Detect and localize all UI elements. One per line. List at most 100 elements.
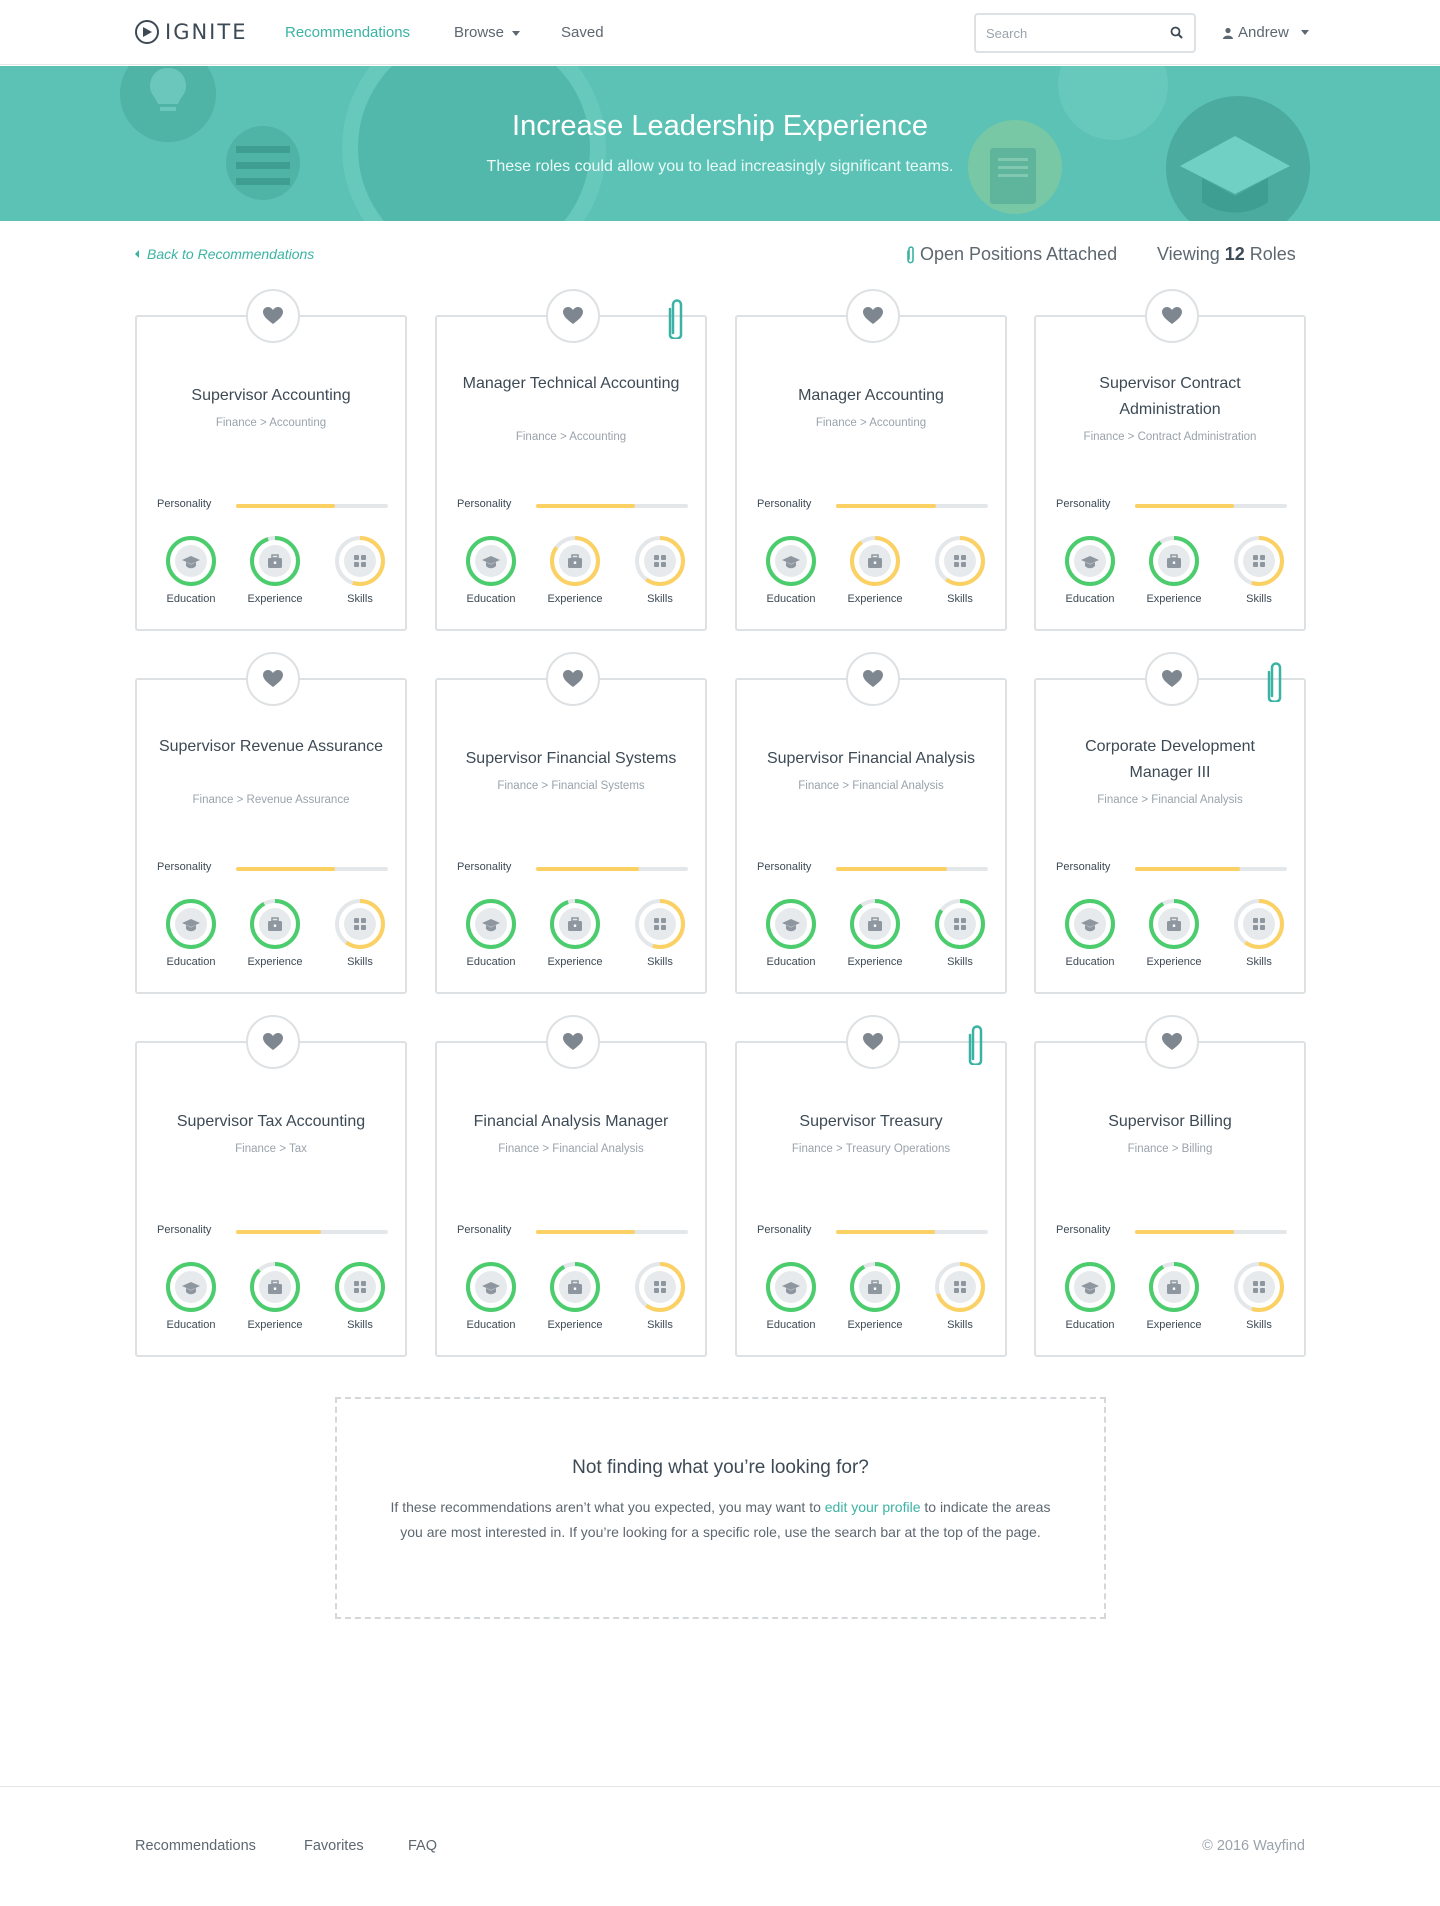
role-card[interactable]: Manager Accounting Finance > Accounting Pe… <box>735 289 1007 631</box>
experience-match[interactable]: Experience <box>835 898 915 968</box>
nav-saved-link[interactable]: Saved <box>561 24 604 41</box>
education-match[interactable]: Education <box>451 898 531 968</box>
skills-match[interactable]: Skills <box>620 898 700 968</box>
role-card[interactable]: Supervisor Accounting Finance > Accountin… <box>135 289 407 631</box>
education-match[interactable]: Education <box>151 898 231 968</box>
favorite-button[interactable] <box>1145 652 1199 706</box>
personality-bar-fill <box>236 867 335 871</box>
favorite-button[interactable] <box>546 1015 600 1069</box>
search-input[interactable] <box>976 15 1146 51</box>
favorite-button[interactable] <box>246 652 300 706</box>
role-card[interactable]: Supervisor Billing Finance > Billing Perso… <box>1034 1015 1306 1357</box>
role-card[interactable]: Supervisor Revenue Assurance Finance > Re… <box>135 652 407 994</box>
role-category-path: Finance > Accounting <box>515 431 627 443</box>
experience-match[interactable]: Experience <box>235 898 315 968</box>
experience-match[interactable]: Experience <box>235 535 315 605</box>
role-title[interactable]: Supervisor Contract Administration <box>1052 371 1288 423</box>
favorite-button[interactable] <box>1145 289 1199 343</box>
nav-recommendations-link[interactable]: Recommendations <box>285 24 410 41</box>
search-icon[interactable] <box>1168 24 1186 42</box>
experience-match[interactable]: Experience <box>835 535 915 605</box>
footer-faq-link[interactable]: FAQ <box>408 1838 437 1854</box>
favorite-button[interactable] <box>1145 1015 1199 1069</box>
skills-match[interactable]: Skills <box>920 535 1000 605</box>
education-match[interactable]: Education <box>151 535 231 605</box>
skills-match[interactable]: Skills <box>1219 898 1299 968</box>
experience-match[interactable]: Experience <box>535 535 615 605</box>
skills-match[interactable]: Skills <box>320 1261 400 1331</box>
role-title[interactable]: Manager Accounting <box>753 383 989 409</box>
role-title[interactable]: Supervisor Revenue Assurance <box>153 734 389 760</box>
skills-match[interactable]: Skills <box>320 535 400 605</box>
back-to-recommendations-link[interactable]: Back to Recommendations <box>135 246 314 262</box>
education-match[interactable]: Education <box>151 1261 231 1331</box>
education-match[interactable]: Education <box>1050 898 1130 968</box>
experience-match-ring <box>850 1262 900 1312</box>
footer-recommendations-link[interactable]: Recommendations <box>135 1838 256 1854</box>
role-title[interactable]: Supervisor Accounting <box>153 383 389 409</box>
skills-match[interactable]: Skills <box>920 898 1000 968</box>
personality-label: Personality <box>1056 861 1111 873</box>
skills-match[interactable]: Skills <box>920 1261 1000 1331</box>
education-match[interactable]: Education <box>451 535 531 605</box>
role-card[interactable]: Supervisor Contract Administration Financ… <box>1034 289 1306 631</box>
personality-bar <box>1135 867 1287 871</box>
skills-match[interactable]: Skills <box>620 535 700 605</box>
favorite-button[interactable] <box>546 289 600 343</box>
heart-icon <box>563 307 583 324</box>
education-label: Education <box>766 956 816 968</box>
favorite-button[interactable] <box>246 289 300 343</box>
favorite-button[interactable] <box>546 652 600 706</box>
role-title[interactable]: Corporate Development Manager III <box>1052 734 1288 786</box>
education-match[interactable]: Education <box>1050 1261 1130 1331</box>
role-title[interactable]: Manager Technical Accounting <box>453 371 689 397</box>
experience-match[interactable]: Experience <box>1134 535 1214 605</box>
favorite-button[interactable] <box>846 1015 900 1069</box>
role-card[interactable]: Supervisor Financial Systems Finance > Fi… <box>435 652 707 994</box>
user-menu[interactable]: Andrew <box>1222 24 1309 41</box>
role-title[interactable]: Supervisor Tax Accounting <box>153 1109 389 1135</box>
role-title[interactable]: Financial Analysis Manager <box>453 1109 689 1135</box>
skills-match[interactable]: Skills <box>320 898 400 968</box>
education-match[interactable]: Education <box>1050 535 1130 605</box>
skills-match[interactable]: Skills <box>620 1261 700 1331</box>
experience-match[interactable]: Experience <box>835 1261 915 1331</box>
role-title[interactable]: Supervisor Financial Systems <box>453 746 689 772</box>
education-match-ring <box>166 899 216 949</box>
role-card[interactable]: Supervisor Treasury Finance > Treasury Op… <box>735 1015 1007 1357</box>
chevron-down-icon <box>1300 30 1309 35</box>
personality-bar-fill <box>836 504 937 508</box>
skills-match[interactable]: Skills <box>1219 1261 1299 1331</box>
experience-match[interactable]: Experience <box>1134 898 1214 968</box>
role-card[interactable]: Corporate Development Manager III Finance… <box>1034 652 1306 994</box>
personality-bar-fill <box>536 504 635 508</box>
education-match[interactable]: Education <box>751 1261 831 1331</box>
edit-profile-link[interactable]: edit your profile <box>825 1499 921 1515</box>
brand-logo[interactable]: IGNITE <box>135 20 247 44</box>
favorite-button[interactable] <box>846 652 900 706</box>
skills-match[interactable]: Skills <box>1219 535 1299 605</box>
education-match[interactable]: Education <box>751 898 831 968</box>
role-title[interactable]: Supervisor Financial Analysis <box>753 746 989 772</box>
skills-label: Skills <box>947 593 973 605</box>
role-card[interactable]: Manager Technical Accounting Finance > Ac… <box>435 289 707 631</box>
education-match[interactable]: Education <box>451 1261 531 1331</box>
experience-match[interactable]: Experience <box>1134 1261 1214 1331</box>
personality-bar <box>536 1230 688 1234</box>
experience-match[interactable]: Experience <box>235 1261 315 1331</box>
role-title[interactable]: Supervisor Billing <box>1052 1109 1288 1135</box>
role-card[interactable]: Supervisor Financial Analysis Finance > F… <box>735 652 1007 994</box>
favorite-button[interactable] <box>846 289 900 343</box>
education-match[interactable]: Education <box>751 535 831 605</box>
experience-match[interactable]: Experience <box>535 1261 615 1331</box>
footer-favorites-link[interactable]: Favorites <box>304 1838 364 1854</box>
favorite-button[interactable] <box>246 1015 300 1069</box>
chevron-left-icon <box>135 250 139 258</box>
role-title[interactable]: Supervisor Treasury <box>753 1109 989 1135</box>
paperclip-icon <box>968 1025 983 1065</box>
heart-icon <box>1162 307 1182 324</box>
experience-match[interactable]: Experience <box>535 898 615 968</box>
nav-browse-dropdown[interactable]: Browse <box>454 24 521 41</box>
role-card[interactable]: Supervisor Tax Accounting Finance > Tax Pe… <box>135 1015 407 1357</box>
role-card[interactable]: Financial Analysis Manager Finance > Fina… <box>435 1015 707 1357</box>
